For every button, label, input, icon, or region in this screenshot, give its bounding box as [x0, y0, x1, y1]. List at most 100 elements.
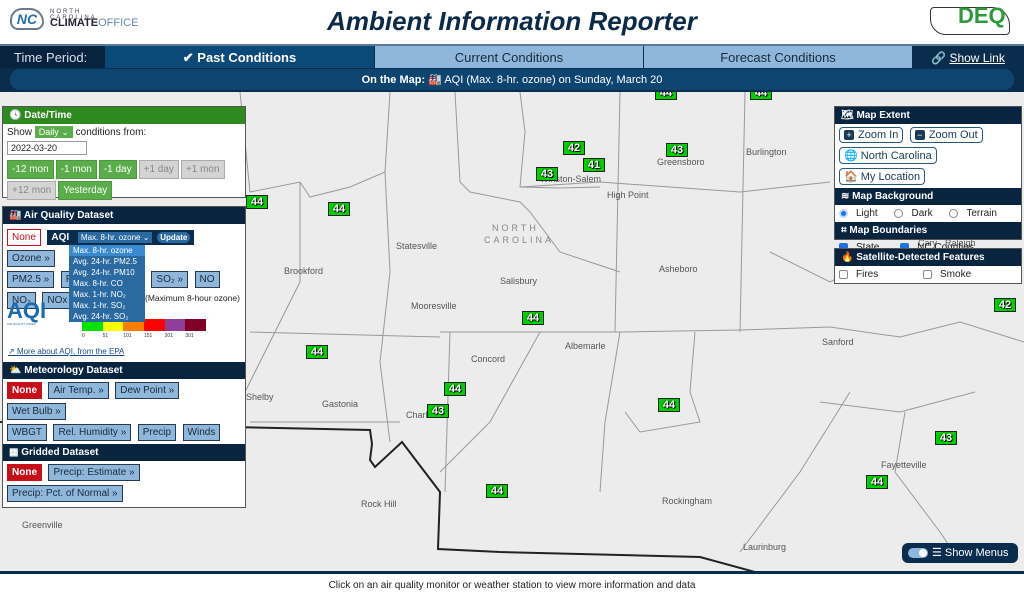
dropdown-option[interactable]: Avg. 24-hr. SO₂	[69, 311, 145, 322]
dropdown-option[interactable]: Avg. 24-hr. PM2.5	[69, 256, 145, 267]
aqi-label: AQI	[51, 232, 70, 243]
home-icon: 🏠	[844, 171, 861, 183]
smoke-checkbox[interactable]: Smoke	[923, 269, 971, 280]
aqi-logo: AQI AIR QUALITY INDEX	[7, 300, 46, 330]
globe-icon: 🌐	[844, 150, 861, 162]
dropdown-option[interactable]: Max. 8-hr. ozone	[69, 245, 145, 256]
aqi-marker[interactable]: 44	[866, 475, 888, 489]
meteorology-panel: ⛅ Meteorology Dataset None Air Temp. » D…	[2, 362, 246, 462]
minus-1-mon-button[interactable]: -1 mon	[55, 160, 97, 179]
interval-value: Daily	[38, 127, 59, 137]
city-label: Mooresville	[411, 301, 457, 311]
bg-dark-radio[interactable]: Dark	[894, 208, 933, 219]
aqi-marker[interactable]: 44	[328, 202, 350, 216]
pm25-button[interactable]: PM2.5 »	[7, 271, 55, 288]
bg-terrain-radio[interactable]: Terrain	[949, 208, 997, 219]
precip-button[interactable]: Precip	[137, 424, 177, 441]
aqi-marker[interactable]: 43	[666, 143, 688, 157]
aqi-scale-segment	[185, 319, 207, 331]
aqi-marker[interactable]: 44	[444, 382, 466, 396]
grid-none-button[interactable]: None	[7, 464, 42, 481]
aqi-scale-segment	[164, 319, 186, 331]
interval-select[interactable]: Daily ⌄	[34, 126, 73, 138]
legend-caption: (Maximum 8-hour ozone)	[145, 293, 240, 303]
aqi-marker[interactable]: 43	[536, 167, 558, 181]
aqi-marker[interactable]: 42	[994, 298, 1016, 312]
aq-none-button[interactable]: None	[7, 229, 41, 246]
aqi-marker[interactable]: 43	[427, 404, 449, 418]
toggle-switch[interactable]	[908, 548, 928, 559]
aqi-scale-segment	[144, 319, 165, 331]
winds-button[interactable]: Winds	[182, 424, 221, 441]
zoom-in-button[interactable]: + Zoom In	[839, 127, 904, 143]
no-button[interactable]: NO	[194, 271, 220, 288]
clock-icon: 🕓	[9, 110, 25, 121]
aqi-scale-tick: 151	[144, 333, 153, 339]
zoom-out-button[interactable]: − Zoom Out	[909, 127, 983, 143]
city-label: Greensboro	[657, 157, 705, 167]
tab-past-conditions[interactable]: ✔ Past Conditions	[105, 46, 374, 68]
show-row: Show Daily ⌄ conditions from:	[3, 124, 245, 141]
rel-humidity-button[interactable]: Rel. Humidity »	[53, 424, 132, 441]
minus-12-mon-button[interactable]: -12 mon	[7, 160, 54, 179]
aqi-marker[interactable]: 43	[935, 431, 957, 445]
plus-1-mon-button[interactable]: +1 mon	[180, 160, 225, 179]
county-line	[439, 331, 541, 473]
ozone-button[interactable]: Ozone »	[7, 250, 55, 267]
my-location-label: My Location	[860, 171, 921, 183]
background-options: Light Dark Terrain	[835, 205, 1021, 222]
minus-1-day-button[interactable]: -1 day	[98, 160, 137, 179]
aqi-marker[interactable]: 42	[563, 141, 585, 155]
dew-point-button[interactable]: Dew Point »	[115, 382, 180, 399]
wbgt-button[interactable]: WBGT	[7, 424, 47, 441]
update-button[interactable]: Update	[157, 232, 191, 243]
deq-logo[interactable]: DEQ	[930, 3, 1016, 39]
precip-estimate-button[interactable]: Precip: Estimate »	[48, 464, 140, 481]
aqi-scale-tick: 0	[82, 333, 85, 339]
bg-light-radio[interactable]: Light	[839, 208, 878, 219]
dropdown-option[interactable]: Avg. 24-hr. PM10	[69, 267, 145, 278]
aqi-marker[interactable]: 44	[306, 345, 328, 359]
my-location-button[interactable]: 🏠 My Location	[839, 168, 926, 185]
plus-12-mon-button[interactable]: +12 mon	[7, 181, 57, 200]
link-icon: 🔗	[931, 51, 950, 65]
dropdown-option[interactable]: Max. 1-hr. NO₂	[69, 289, 145, 300]
dropdown-option[interactable]: Max. 8-hr. CO	[69, 278, 145, 289]
tab-forecast-conditions[interactable]: Forecast Conditions	[644, 46, 912, 68]
aqi-marker[interactable]: 44	[658, 398, 680, 412]
date-input[interactable]: 2022-03-20	[7, 141, 87, 155]
met-none-button[interactable]: None	[7, 382, 42, 399]
plus-1-day-button[interactable]: +1 day	[138, 160, 179, 179]
dropdown-option[interactable]: Max. 1-hr. SO₂	[69, 300, 145, 311]
extent-title: Map Extent	[856, 110, 910, 121]
aqi-marker[interactable]: 44	[655, 92, 677, 100]
aqi-marker[interactable]: 41	[583, 158, 605, 172]
county-line	[244, 182, 301, 393]
north-carolina-button[interactable]: 🌐 North Carolina	[839, 147, 937, 164]
tab-current-conditions[interactable]: Current Conditions	[375, 46, 643, 68]
city-label: Laurinburg	[743, 542, 787, 552]
yesterday-button[interactable]: Yesterday	[58, 181, 113, 200]
aqi-marker[interactable]: 44	[486, 484, 508, 498]
grid-icon: ▦	[9, 447, 22, 458]
city-label: Asheboro	[659, 264, 698, 274]
epa-link[interactable]: ↗ More about AQI, from the EPA	[8, 347, 124, 356]
county-line	[599, 331, 621, 493]
nox-button[interactable]: NOx	[42, 292, 73, 309]
aqi-marker[interactable]: 44	[246, 195, 268, 209]
aqi-select[interactable]: Max. 8-hr. ozone ⌄	[77, 232, 153, 243]
fires-checkbox[interactable]: Fires	[839, 269, 878, 280]
city-label: Statesville	[396, 241, 438, 251]
time-period-nav: Time Period: ✔ Past Conditions Current C…	[0, 44, 1024, 92]
satellite-options: Fires Smoke	[835, 266, 1021, 283]
aqi-marker[interactable]: 44	[522, 311, 544, 325]
so2-button[interactable]: SO₂ »	[151, 271, 189, 288]
aqi-marker[interactable]: 44	[750, 92, 772, 100]
wet-bulb-button[interactable]: Wet Bulb »	[7, 403, 66, 420]
city-label: Concord	[471, 354, 506, 364]
air-temp-button[interactable]: Air Temp. »	[48, 382, 109, 399]
hamburger-icon: ☰	[932, 547, 945, 559]
show-link-button[interactable]: 🔗 Show Link	[912, 46, 1024, 68]
precip-pct-normal-button[interactable]: Precip: Pct. of Normal »	[7, 485, 123, 502]
show-menus-toggle[interactable]: ☰ Show Menus	[902, 543, 1018, 563]
